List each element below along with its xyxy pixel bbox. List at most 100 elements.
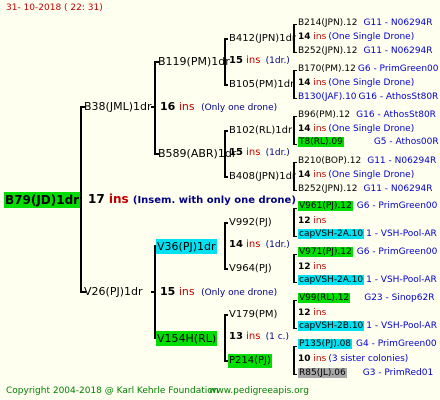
gen4-queen-name: T8(RL).09 bbox=[298, 137, 344, 147]
group-tag: G5 - Athos00R bbox=[373, 137, 439, 147]
gen3-queen[interactable]: B408(JPN)1dr bbox=[229, 172, 296, 182]
gen3-queen[interactable]: V964(PJ) bbox=[229, 264, 272, 274]
gen1-ins-info: 15 ins (Only one drone) bbox=[160, 286, 277, 298]
gen3-queen[interactable]: B412(JPN)1dr bbox=[229, 34, 296, 44]
ins-unit: ins bbox=[313, 32, 327, 42]
ins-unit: ins bbox=[246, 147, 261, 158]
connector bbox=[224, 268, 228, 270]
gen4-ins-info: 14 ins (One Single Drone) bbox=[298, 171, 414, 180]
gen4-queen-name: V99(RL).12 bbox=[298, 293, 351, 303]
connector bbox=[224, 84, 228, 86]
gen4-queen-name: B210(BOP).12 bbox=[298, 156, 362, 166]
connector bbox=[293, 346, 295, 375]
copyright-text: Copyright 2004-2018 @ Karl Kehrle Founda… bbox=[6, 386, 219, 396]
gen4-queen-name: capVSH-2A.10 bbox=[298, 275, 365, 285]
ins-note: (Only one drone) bbox=[201, 103, 278, 113]
group-tag: G16 - AthosSt80R bbox=[356, 110, 436, 120]
connector bbox=[293, 254, 295, 283]
ins-note: (1 c.) bbox=[265, 332, 290, 342]
ins-unit: ins bbox=[313, 216, 327, 226]
gen4-queen[interactable]: capVSH-2A.10 1 - VSH-Pool-AR bbox=[298, 229, 437, 239]
gen4-queen[interactable]: V99(RL).12 G23 - Sinop62R bbox=[298, 293, 435, 303]
root-note: (Insem. with only one drone) bbox=[132, 195, 296, 206]
connector bbox=[293, 208, 295, 237]
ins-unit: ins bbox=[313, 354, 327, 364]
gen4-queen[interactable]: B214(JPN).12 G11 - N06294R bbox=[298, 19, 433, 28]
gen2-queen[interactable]: V154H(RL) bbox=[156, 331, 218, 346]
group-tag: G11 - N06294R bbox=[363, 18, 433, 28]
connector bbox=[224, 314, 228, 316]
ins-note: (One Single Drone) bbox=[328, 170, 415, 180]
ins-unit: ins bbox=[313, 308, 327, 318]
gen3-queen[interactable]: V179(PM) bbox=[229, 310, 277, 320]
gen4-queen[interactable]: B96(PM).12 G16 - AthosSt80R bbox=[298, 111, 436, 120]
gen3-queen[interactable]: P214(PJ) bbox=[228, 354, 272, 368]
group-tag: 1 - VSH-Pool-AR bbox=[366, 229, 437, 239]
connector bbox=[293, 346, 297, 347]
ins-count: 12 bbox=[298, 262, 311, 272]
gen1-queen[interactable]: V26(PJ)1dr bbox=[84, 286, 143, 297]
ins-count: 14 bbox=[298, 124, 311, 134]
gen4-queen-name: B214(JPN).12 bbox=[298, 18, 358, 28]
ins-unit: ins bbox=[246, 331, 261, 342]
group-tag: G4 - PrimGreen00 bbox=[356, 339, 437, 349]
ins-unit: ins bbox=[178, 100, 195, 113]
gen4-queen[interactable]: B252(JPN).12 G11 - N06294R bbox=[298, 185, 433, 194]
gen4-queen-name: B130(JAF).10 bbox=[298, 92, 357, 102]
ins-note: (1dr.) bbox=[265, 240, 290, 250]
gen3-queen[interactable]: V992(PJ) bbox=[229, 218, 272, 228]
gen1-queen[interactable]: B38(JML)1dr bbox=[84, 101, 152, 112]
gen4-queen-name: B96(PM).12 bbox=[298, 110, 351, 120]
gen4-queen[interactable]: P135(PJ).08 G4 - PrimGreen00 bbox=[298, 339, 437, 349]
gen4-queen-name: capVSH-2A.10 bbox=[298, 229, 365, 239]
gen4-queen[interactable]: R85(JL).06 G3 - PrimRed01 bbox=[298, 368, 433, 378]
gen4-ins-info: 12 ins bbox=[298, 309, 326, 318]
gen4-queen-name: V971(PJ).12 bbox=[298, 247, 353, 257]
gen4-queen[interactable]: B130(JAF).10 G16 - AthosSt80R bbox=[298, 93, 438, 102]
site-link[interactable]: www.pedigreeapis.org bbox=[209, 387, 309, 396]
connector bbox=[293, 300, 295, 329]
connector bbox=[293, 70, 297, 71]
ins-count: 10 bbox=[298, 354, 311, 364]
gen4-queen[interactable]: B252(JPN).12 G11 - N06294R bbox=[298, 47, 433, 56]
ins-count: 14 bbox=[298, 78, 311, 88]
connector bbox=[293, 116, 295, 145]
gen2-queen[interactable]: B589(ABR)1dr bbox=[158, 148, 236, 159]
gen3-queen[interactable]: B105(PM)1dr bbox=[229, 80, 294, 90]
gen2-queen[interactable]: V36(PJ)1dr bbox=[156, 239, 217, 254]
gen4-queen-name: capVSH-2B.10 bbox=[298, 321, 365, 331]
gen2-queen[interactable]: B119(PM)1dr bbox=[158, 56, 230, 67]
root-queen[interactable]: B79(JD)1dr bbox=[4, 192, 81, 208]
gen4-queen-name: B252(JPN).12 bbox=[298, 46, 358, 56]
group-tag: G6 - PrimGreen00 bbox=[357, 64, 439, 74]
gen1-ins-info: 16 ins (Only one drone) bbox=[160, 101, 277, 113]
gen4-queen[interactable]: B170(PM).12 G6 - PrimGreen00 bbox=[298, 65, 439, 74]
root-ins-count: 17 bbox=[88, 192, 105, 206]
group-tag: G11 - N06294R bbox=[363, 46, 433, 56]
gen4-queen[interactable]: T8(RL).09 G5 - Athos00R bbox=[298, 137, 439, 147]
gen4-queen[interactable]: V961(PJ).12 G6 - PrimGreen00 bbox=[298, 201, 437, 211]
pedigree-chart: 31- 10-2018 ( 22: 31) Copyright 2004-201… bbox=[0, 0, 440, 400]
gen2-ins-info: 15 ins (1dr.) bbox=[229, 148, 290, 158]
gen4-ins-info: 12 ins bbox=[298, 217, 326, 226]
group-tag: G23 - Sinop62R bbox=[364, 293, 435, 303]
connector bbox=[224, 222, 226, 269]
gen4-queen[interactable]: capVSH-2A.10 1 - VSH-Pool-AR bbox=[298, 275, 437, 285]
ins-unit: ins bbox=[313, 124, 327, 134]
gen4-queen-name: V961(PJ).12 bbox=[298, 201, 353, 211]
connector bbox=[293, 300, 297, 301]
gen4-queen[interactable]: V971(PJ).12 G6 - PrimGreen00 bbox=[298, 247, 437, 257]
gen4-queen[interactable]: capVSH-2B.10 1 - VSH-Pool-AR bbox=[298, 321, 437, 331]
connector bbox=[224, 130, 228, 132]
connector bbox=[293, 374, 297, 375]
gen4-queen-name: P135(PJ).08 bbox=[298, 339, 353, 349]
connector bbox=[80, 106, 82, 292]
gen4-ins-info: 10 ins (3 sister colonies) bbox=[298, 355, 408, 364]
root-ins-unit: ins bbox=[108, 192, 129, 206]
ins-unit: ins bbox=[313, 170, 327, 180]
gen4-ins-info: 14 ins (One Single Drone) bbox=[298, 125, 414, 134]
gen4-queen[interactable]: B210(BOP).12 G11 - N06294R bbox=[298, 157, 436, 166]
gen2-ins-info: 14 ins (1dr.) bbox=[229, 240, 290, 250]
connector bbox=[224, 176, 228, 178]
gen3-queen[interactable]: B102(RL)1dr bbox=[229, 126, 292, 136]
